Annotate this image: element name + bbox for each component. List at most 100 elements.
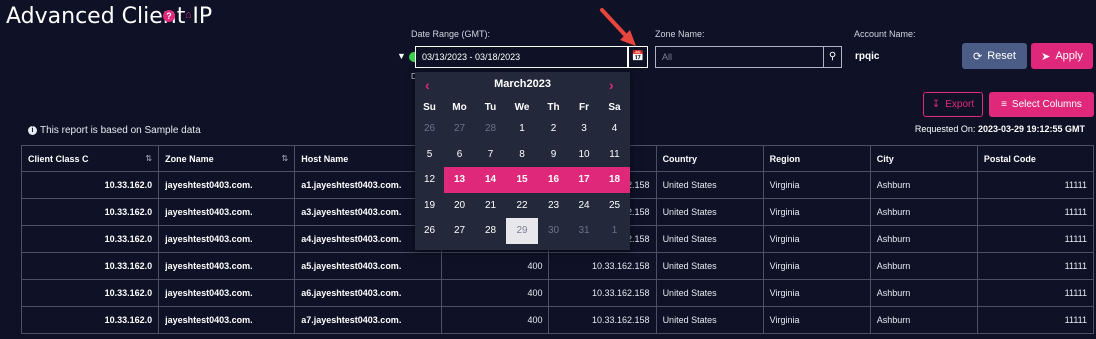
column-header[interactable]: Country [655,145,764,172]
zone-name-label: Zone Name: [655,29,705,39]
calendar-day[interactable]: 13 [444,167,475,193]
question-circle-icon[interactable]: ? [163,10,175,22]
calendar-month-label: March2023 [494,78,551,90]
calendar-day[interactable]: 5 [415,142,444,168]
calendar-day[interactable]: 23 [538,193,569,219]
requested-on-label: Requested On: [914,124,976,134]
table-cell: 10.33.162.0 [20,279,160,307]
requested-on: Requested On: 2023-03-29 19:12:55 GMT [915,124,1085,134]
export-button[interactable]: ↧ Export [923,92,983,117]
account-name-label: Account Name: [854,29,916,39]
calendar-day[interactable]: 19 [415,193,444,219]
calendar-day: 27 [453,123,466,134]
table-cell: 400 [441,279,550,307]
calendar-day[interactable]: 1 [506,116,538,142]
calendar-icon[interactable]: 📅 [628,46,648,68]
calendar-day[interactable]: 25 [599,193,630,219]
sort-icon[interactable]: ⇅ [282,154,289,163]
table-cell: 10.33.162.0 [20,225,160,253]
day-of-week-label: Tu [484,102,497,113]
calendar-day[interactable]: 29 [506,218,538,244]
column-header[interactable]: Postal Code [976,145,1095,172]
calendar-day[interactable]: 28 [475,218,506,244]
table-cell: Ashburn [869,198,978,226]
table-cell: 10.33.162.158 [548,306,657,334]
table-cell: 400 [441,306,550,334]
requested-on-value: 2023-03-29 19:12:55 GMT [977,124,1085,134]
column-header[interactable]: City [869,145,978,172]
calendar-day: 28 [484,123,497,134]
table-cell: a7.jayeshtest0403.com. [294,306,443,334]
table-cell: a5.jayeshtest0403.com. [294,252,443,280]
calendar-day[interactable]: 20 [444,193,475,219]
table-cell: Virginia [762,225,871,253]
sort-icon[interactable]: ⇅ [145,154,152,163]
calendar-day[interactable]: 11 [599,142,630,168]
sample-data-notice: i This report is based on Sample data [28,125,201,136]
chevron-right-icon[interactable]: › [609,73,614,97]
refresh-icon: ⟳ [973,50,983,63]
table-row: 10.33.162.0 jayeshtest0403.com. a7.jayes… [20,306,1095,334]
zone-name-input[interactable]: All [655,46,824,68]
table-cell: United States [655,198,764,226]
table-cell: jayeshtest0403.com. [158,279,296,307]
chevron-left-icon[interactable]: ‹ [425,73,430,97]
calendar-day[interactable]: 21 [475,193,506,219]
day-of-week-label: Su [423,102,436,113]
calendar-day[interactable]: 14 [475,167,506,193]
calendar-day[interactable]: 24 [569,193,599,219]
calendar-day[interactable]: 4 [599,116,630,142]
account-name-value: rpqic [855,51,880,62]
download-icon: ↧ [931,99,941,110]
table-cell: jayeshtest0403.com. [158,306,296,334]
calendar-day[interactable]: 26 [415,218,444,244]
table-cell: jayeshtest0403.com. [158,252,296,280]
day-of-week-label: Sa [608,102,621,113]
calendar-day: 30 [547,225,560,236]
table-cell: 10.33.162.0 [20,306,160,334]
table-cell: Virginia [762,306,871,334]
filter-icon[interactable]: ▼ [397,51,406,61]
search-icon[interactable]: ⚲ [823,46,842,68]
table-cell: 11111 [976,225,1095,253]
calendar-day[interactable]: 17 [569,167,599,193]
calendar-day[interactable]: 2 [538,116,569,142]
table-row: 10.33.162.0 jayeshtest0403.com. a5.jayes… [20,252,1095,280]
table-cell: 400 [441,252,550,280]
annotation-arrow-icon [600,8,636,46]
calendar-day[interactable]: 22 [506,193,538,219]
calendar-day: 31 [578,225,590,236]
column-header[interactable]: Region [762,145,871,172]
table-cell: jayeshtest0403.com. [158,198,296,226]
calendar-day[interactable]: 6 [444,142,475,168]
calendar-day[interactable]: 27 [444,218,475,244]
calendar-day[interactable]: 3 [569,116,599,142]
calendar-day[interactable]: 16 [538,167,569,193]
table-cell: Virginia [762,252,871,280]
date-range-label: Date Range (GMT): [411,29,491,39]
table-cell: a6.jayeshtest0403.com. [294,279,443,307]
calendar-day[interactable]: 18 [599,167,630,193]
table-cell: Ashburn [869,306,978,334]
calendar-day[interactable]: 10 [569,142,599,168]
home-icon[interactable]: ⌂ [185,9,192,21]
calendar-day[interactable]: 12 [415,167,444,193]
table-cell: 11111 [976,252,1095,280]
table-cell: 10.33.162.0 [20,171,160,199]
calendar-day[interactable]: 7 [475,142,506,168]
apply-button[interactable]: ➤ Apply [1031,43,1093,69]
calendar-day[interactable]: 8 [506,142,538,168]
table-cell: United States [655,225,764,253]
reset-button[interactable]: ⟳ Reset [962,43,1027,69]
calendar-day[interactable]: 9 [538,142,569,168]
table-cell: Virginia [762,171,871,199]
date-range-input[interactable]: 03/13/2023 - 03/18/2023 [415,46,628,68]
column-header[interactable]: Client Class C ⇅ [20,145,160,172]
column-header[interactable]: Zone Name ⇅ [158,145,296,172]
date-picker-popup: ‹ March2023 › Su Mo Tu We Th Fr Sa 26 27 28 1 2 3 4 5 6… [415,72,630,250]
day-of-week-label: Th [547,102,560,113]
calendar-day[interactable]: 15 [506,167,538,193]
select-columns-button[interactable]: ≡ Select Columns [989,92,1094,117]
table-cell: Virginia [762,279,871,307]
day-of-week-label: We [514,102,530,113]
